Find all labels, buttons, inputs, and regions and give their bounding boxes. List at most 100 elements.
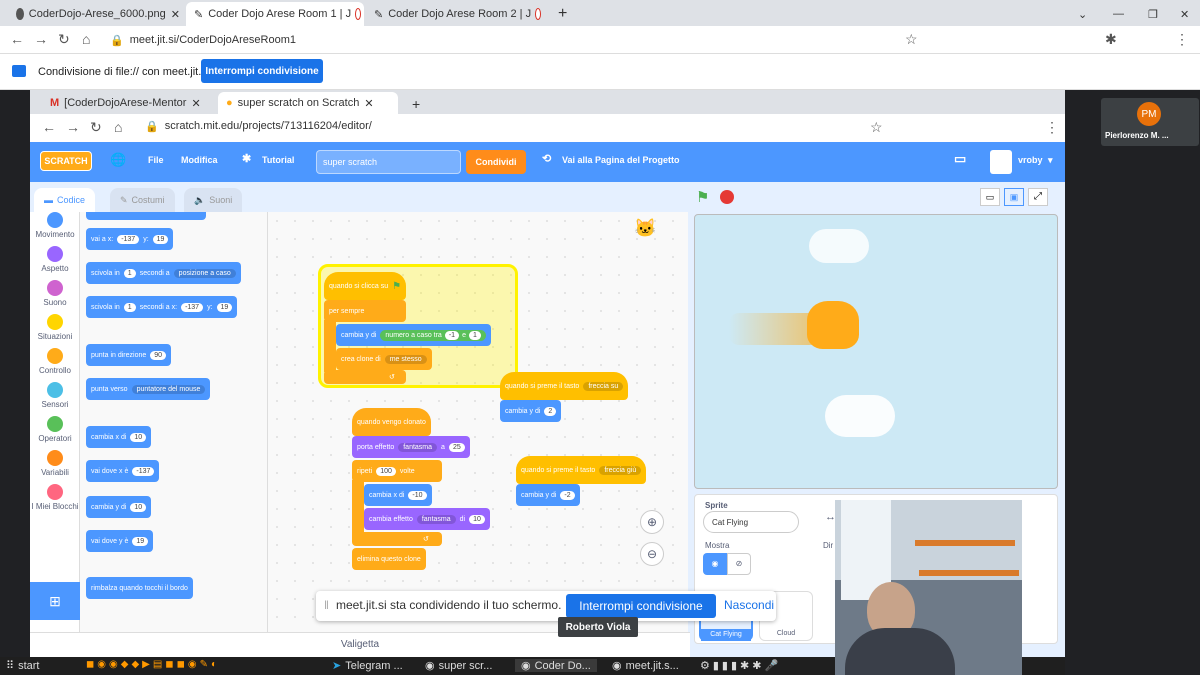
taskbar-meet[interactable]: ◉ meet.jit.s... — [612, 659, 679, 673]
menu-dots-icon[interactable]: ⋮ — [1175, 31, 1189, 48]
change-y-block[interactable]: cambia y di numero a caso tra -1 e 1 — [336, 324, 491, 346]
stage-canvas[interactable] — [694, 214, 1058, 489]
green-flag-button[interactable]: ⚑ — [696, 188, 709, 206]
tab-code[interactable]: ▬ Codice — [34, 188, 96, 212]
hide-sprite-button[interactable]: ⊘ — [727, 553, 751, 575]
set-effect-block[interactable]: porta effetto fantasma a 25 — [352, 436, 470, 458]
category-variables[interactable]: Variabili — [30, 450, 80, 477]
create-clone-block[interactable]: crea clone di me stesso — [336, 348, 432, 370]
start-button[interactable]: ⠿ start — [6, 659, 39, 673]
palette-bounce[interactable]: rimbalza quando tocchi il bordo — [86, 577, 193, 599]
palette-set-y[interactable]: vai dove y è 19 — [86, 530, 154, 552]
category-sensing[interactable]: Sensori — [30, 382, 80, 409]
outer-tab-room1[interactable]: ✎ Coder Dojo Arese Room 1 | J ✕ — [186, 2, 364, 26]
outer-tab-image[interactable]: CoderDojo-Arese_6000.png ✕ — [8, 2, 188, 26]
large-stage-button[interactable]: ▣ — [1004, 188, 1024, 206]
back-icon[interactable]: ← — [10, 31, 24, 47]
new-tab-button[interactable]: + — [550, 2, 575, 26]
zoom-in-button[interactable]: ⊕ — [640, 510, 664, 534]
change-x-block[interactable]: cambia x di -10 — [364, 484, 432, 506]
extensions-icon[interactable]: ✱ — [1105, 31, 1117, 48]
palette-point-direction[interactable]: punta in direzione 90 — [86, 344, 172, 366]
bookmark-star-icon[interactable]: ☆ — [905, 31, 918, 48]
menu-edit[interactable]: Modifica — [181, 155, 218, 165]
inner-new-tab-button[interactable]: + — [404, 92, 428, 116]
outer-tab-room2[interactable]: ✎ Coder Dojo Arese Room 2 | J ✕ — [366, 2, 546, 26]
home-icon[interactable]: ⌂ — [82, 31, 90, 47]
close-icon[interactable]: ✕ — [364, 97, 373, 110]
reload-icon[interactable]: ↻ — [90, 119, 102, 136]
home-icon[interactable]: ⌂ — [114, 119, 122, 135]
menu-dots-icon[interactable]: ⋮ — [1045, 119, 1059, 136]
window-close-button[interactable]: ✕ — [1172, 2, 1197, 26]
reload-icon[interactable]: ↻ — [58, 31, 70, 48]
forever-block[interactable]: per sempre — [324, 300, 406, 322]
menu-tutorial[interactable]: Tutorial — [262, 155, 294, 165]
menu-file[interactable]: File — [148, 155, 164, 165]
tab-costumes[interactable]: ✎ Costumi — [110, 188, 175, 212]
fullscreen-button[interactable]: ⤢ — [1028, 188, 1048, 206]
sprite-name-input[interactable]: Cat Flying — [703, 511, 799, 533]
random-block[interactable]: numero a caso tra -1 e 1 — [380, 329, 486, 341]
when-flag-clicked-block[interactable]: quando si clicca su ⚑ — [324, 272, 407, 300]
category-operators[interactable]: Operatori — [30, 416, 80, 443]
palette-change-y[interactable]: cambia y di 10 — [86, 496, 152, 518]
hide-button[interactable]: Nascondi — [724, 598, 774, 612]
tab-search-icon[interactable]: ⌄ — [1070, 2, 1095, 26]
forward-icon[interactable]: → — [66, 119, 80, 135]
scratch-logo[interactable]: SCRATCH — [40, 151, 92, 171]
project-title-input[interactable]: super scratch — [316, 150, 461, 174]
quick-launch-icons[interactable]: ◼◉◉◆◆▶▤◼◼◉✎◐ — [86, 659, 220, 670]
when-cloned-block[interactable]: quando vengo clonato — [352, 408, 431, 436]
repeat-block[interactable]: ripeti 100 volte — [352, 460, 442, 482]
category-control[interactable]: Controllo — [30, 348, 80, 375]
when-key-up-block[interactable]: quando si preme il tasto freccia su — [500, 372, 629, 400]
palette-goto-xy[interactable]: vai a x: -137 y: 19 — [86, 228, 174, 250]
language-globe-icon[interactable]: 🌐 — [110, 152, 126, 168]
change-y-up-block[interactable]: cambia y di 2 — [500, 400, 562, 422]
user-menu[interactable]: vroby — [1018, 155, 1043, 165]
taskbar-telegram[interactable]: ➤ Telegram ... — [332, 659, 403, 673]
inner-url-field[interactable]: 🔒 scratch.mit.edu/projects/713116204/edi… — [145, 120, 372, 133]
inner-tab-scratch[interactable]: ● super scratch on Scratch ✕ — [218, 92, 398, 114]
change-effect-block[interactable]: cambia effetto fantasma di 10 — [364, 508, 490, 530]
inner-tab-gmail[interactable]: M [CoderDojoArese-Mentor ✕ — [42, 92, 217, 114]
tab-sounds[interactable]: 🔈 Suoni — [184, 188, 243, 212]
palette-glide-xy[interactable]: scivola in 1 secondi a x: -137 y: 19 — [86, 296, 238, 318]
palette-set-x[interactable]: vai dove x è -137 — [86, 460, 160, 482]
project-page-link[interactable]: Vai alla Pagina del Progetto — [562, 155, 680, 165]
add-extension-button[interactable]: ⊞ — [30, 582, 80, 620]
category-events[interactable]: Situazioni — [30, 314, 80, 341]
my-stuff-folder-icon[interactable]: ▭ — [954, 151, 966, 167]
system-tray-icons[interactable]: ⚙▮▮▮✱✱🎤 — [700, 659, 781, 672]
user-avatar[interactable] — [990, 150, 1012, 174]
drag-handle-icon[interactable]: ‖ — [324, 598, 329, 612]
forward-icon[interactable]: → — [34, 31, 48, 47]
category-looks[interactable]: Aspetto — [30, 246, 80, 273]
back-icon[interactable]: ← — [42, 119, 56, 135]
chevron-down-icon[interactable]: ▾ — [1048, 155, 1053, 166]
delete-clone-block[interactable]: elimina questo clone — [352, 548, 426, 570]
stop-button[interactable] — [720, 190, 734, 204]
restore-button[interactable]: ❐ — [1140, 2, 1166, 26]
close-icon[interactable]: ✕ — [545, 8, 546, 21]
show-sprite-button[interactable]: ◉ — [703, 553, 727, 575]
category-sound[interactable]: Suono — [30, 280, 80, 307]
taskbar-coderdojo[interactable]: ◉ Coder Do... — [515, 659, 597, 672]
category-my-blocks[interactable]: I Miei Blocchi — [30, 484, 80, 511]
taskbar-scratch[interactable]: ◉ super scr... — [425, 659, 492, 673]
close-icon[interactable]: ✕ — [191, 97, 200, 110]
minimize-button[interactable]: — — [1105, 2, 1132, 26]
share-button[interactable]: Condividi — [466, 150, 526, 174]
bookmark-star-icon[interactable]: ☆ — [870, 119, 883, 136]
zoom-out-button[interactable]: ⊖ — [640, 542, 664, 566]
small-stage-button[interactable]: ▭ — [980, 188, 1000, 206]
palette-change-x[interactable]: cambia x di 10 — [86, 426, 152, 448]
when-key-down-block[interactable]: quando si preme il tasto freccia giù — [516, 456, 647, 484]
palette-block-partial[interactable] — [86, 212, 206, 220]
change-y-down-block[interactable]: cambia y di -2 — [516, 484, 580, 506]
participant-tile[interactable]: PM Pierlorenzo M. ... — [1101, 98, 1199, 146]
palette-glide-random[interactable]: scivola in 1 secondi a posizione a caso — [86, 262, 241, 284]
stop-sharing-button[interactable]: Interrompi condivisione — [201, 59, 323, 83]
close-icon[interactable]: ✕ — [171, 8, 180, 21]
